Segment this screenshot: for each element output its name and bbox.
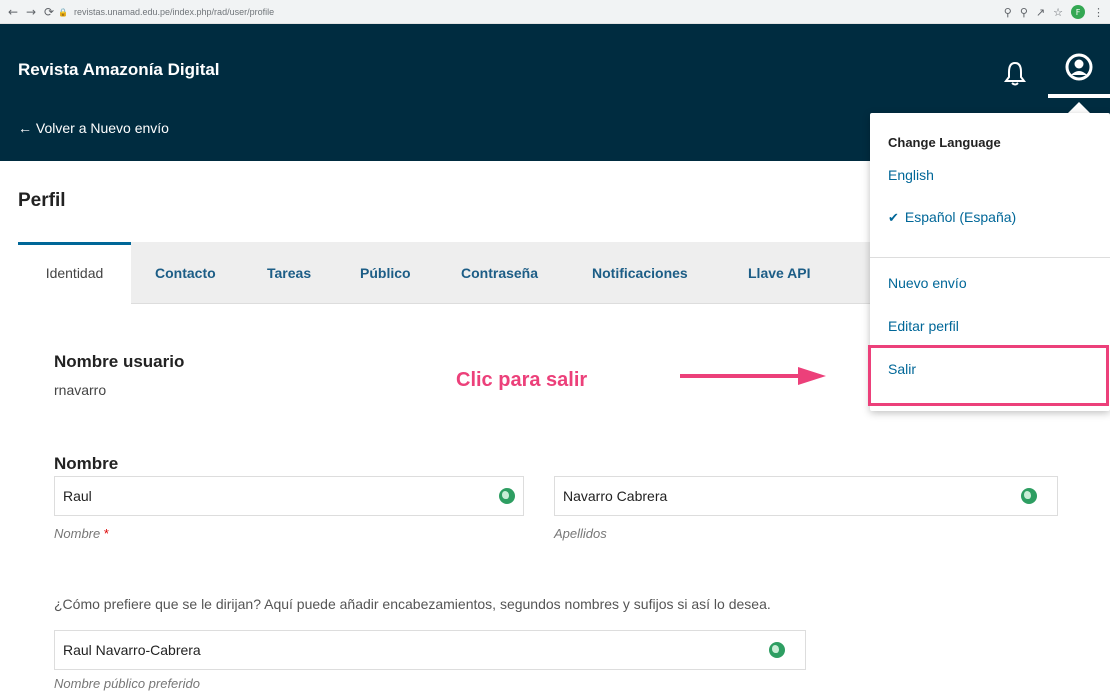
lock-icon: 🔒 [58,7,68,17]
address-bar[interactable]: 🔒 revistas.unamad.edu.pe/index.php/rad/u… [58,3,1058,21]
browser-profile-avatar[interactable]: F [1071,5,1085,19]
language-globe-icon[interactable] [769,642,785,658]
annotation-arrow [680,374,800,378]
preferred-name-value: Raul Navarro-Cabrera [63,642,201,658]
browser-toolbar: ← → ⟳ 🔒 revistas.unamad.edu.pe/index.php… [0,0,1110,24]
preferred-name-field[interactable]: Raul Navarro-Cabrera [54,630,806,670]
tab-notificaciones[interactable]: Notificaciones [592,242,688,304]
annotation-label: Clic para salir [456,369,588,391]
language-espanol[interactable]: ✔ Español (España) [888,209,1016,226]
family-name-field[interactable]: Navarro Cabrera [554,476,1058,516]
given-name-field[interactable]: Raul [54,476,524,516]
forward-arrow-icon[interactable]: → [22,5,40,19]
dropdown-caret [1068,102,1090,113]
back-arrow-icon[interactable]: ← [4,5,22,19]
given-name-value: Raul [63,488,92,504]
tab-llave-api[interactable]: Llave API [748,242,811,304]
menu-editar-perfil[interactable]: Editar perfil [888,318,959,334]
tab-tareas[interactable]: Tareas [267,242,311,304]
key-icon[interactable]: ⚲ [1004,6,1012,19]
change-language-heading: Change Language [888,135,1001,150]
language-globe-icon[interactable] [499,488,515,504]
menu-divider [870,257,1110,258]
page-title: Perfil [18,190,66,211]
tab-contacto[interactable]: Contacto [155,242,216,304]
username-value: rnavarro [54,382,107,398]
zoom-icon[interactable]: ⚲ [1020,6,1028,19]
checkmark-icon: ✔ [888,210,899,225]
language-globe-icon[interactable] [1021,488,1037,504]
name-section-label: Nombre [54,454,119,473]
required-asterisk: * [103,526,109,541]
menu-nuevo-envio[interactable]: Nuevo envío [888,275,967,291]
browser-menu-icon[interactable]: ⋮ [1093,6,1104,19]
bookmark-star-icon[interactable]: ☆ [1053,6,1063,19]
tab-publico[interactable]: Público [360,242,411,304]
username-label: Nombre usuario [54,352,185,371]
tab-identidad[interactable]: Identidad [18,242,131,304]
preferred-name-hint: Nombre público preferido [54,676,200,691]
user-menu-active-indicator [1048,94,1110,98]
tab-contrasena[interactable]: Contraseña [461,242,538,304]
site-title[interactable]: Revista Amazonía Digital [18,60,220,80]
given-name-hint: Nombre * [54,526,109,541]
salir-highlight-box [868,345,1109,406]
family-name-value: Navarro Cabrera [563,488,668,504]
notifications-bell-icon[interactable] [1004,60,1026,86]
preferred-name-help: ¿Cómo prefiere que se le dirijan? Aquí p… [54,596,771,612]
share-icon[interactable]: ↗ [1036,6,1045,19]
annotation-arrow-head [798,367,826,385]
language-english[interactable]: English [888,167,934,183]
user-account-icon[interactable] [1064,52,1094,82]
url-text: revistas.unamad.edu.pe/index.php/rad/use… [73,7,275,17]
back-to-submission-link[interactable]: ← Volver a Nuevo envío [18,120,169,136]
family-name-hint: Apellidos [554,526,607,541]
reload-icon[interactable]: ⟳ [40,5,58,19]
